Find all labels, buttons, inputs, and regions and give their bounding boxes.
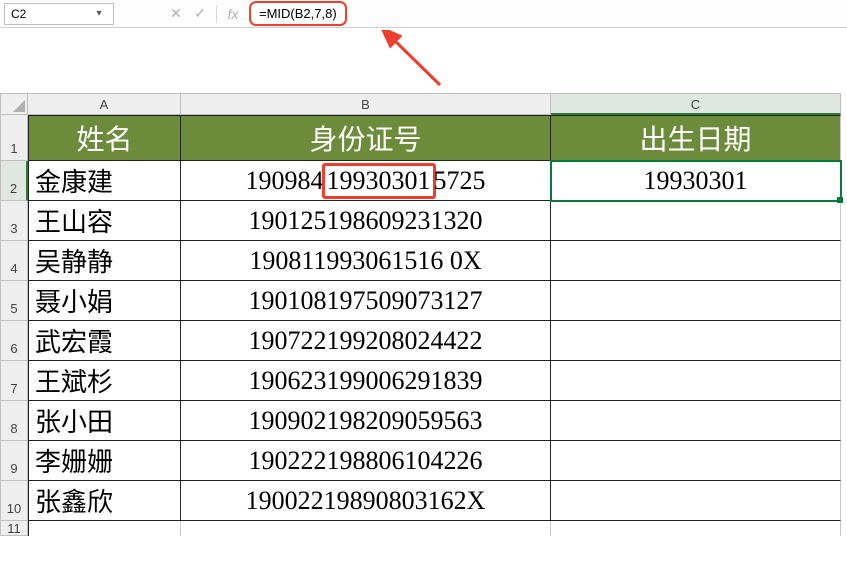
cell-c11[interactable] — [551, 521, 841, 536]
row-header-4[interactable]: 4 — [0, 241, 28, 281]
cell-a10[interactable]: 张鑫欣 — [28, 481, 181, 521]
row-header-2[interactable]: 2 — [0, 161, 28, 201]
cell-a7[interactable]: 王斌杉 — [28, 361, 181, 401]
cell-c4[interactable] — [551, 241, 841, 281]
cell-b5[interactable]: 190108197509073127 — [181, 281, 551, 321]
fx-button[interactable]: fx — [221, 6, 245, 22]
col-header-a[interactable]: A — [28, 93, 181, 115]
header-name[interactable]: 姓名 — [28, 115, 181, 161]
row-header-11[interactable]: 11 — [0, 521, 28, 536]
cell-a2[interactable]: 金康建 — [28, 161, 181, 201]
id-prefix: 190984 — [246, 166, 324, 196]
header-id[interactable]: 身份证号 — [181, 115, 551, 161]
col-header-b[interactable]: B — [181, 93, 551, 115]
formula-bar: C2 ▾ ✕ ✓ fx =MID(B2,7,8) — [0, 0, 847, 28]
row-header-8[interactable]: 8 — [0, 401, 28, 441]
row-header-7[interactable]: 7 — [0, 361, 28, 401]
cell-b7[interactable]: 190623199006291839 — [181, 361, 551, 401]
cell-b10[interactable]: 19002219890803162X — [181, 481, 551, 521]
cell-c2[interactable]: 19930301 — [551, 161, 841, 201]
cell-c5[interactable] — [551, 281, 841, 321]
accept-button[interactable]: ✓ — [188, 5, 212, 22]
separator — [216, 5, 217, 23]
row-header-1[interactable]: 1 — [0, 115, 28, 161]
cell-b11[interactable] — [181, 521, 551, 536]
cell-c7[interactable] — [551, 361, 841, 401]
header-birth[interactable]: 出生日期 — [551, 115, 841, 161]
cell-b9[interactable]: 190222198806104226 — [181, 441, 551, 481]
cancel-button[interactable]: ✕ — [164, 5, 188, 22]
row-header-3[interactable]: 3 — [0, 201, 28, 241]
cell-a4[interactable]: 吴静静 — [28, 241, 181, 281]
name-box-dropdown-icon[interactable]: ▾ — [91, 8, 107, 19]
cell-a5[interactable]: 聂小娟 — [28, 281, 181, 321]
name-box[interactable]: C2 ▾ — [4, 3, 114, 25]
row-header-5[interactable]: 5 — [0, 281, 28, 321]
cell-a6[interactable]: 武宏霞 — [28, 321, 181, 361]
cell-c8[interactable] — [551, 401, 841, 441]
select-all-corner[interactable] — [0, 93, 28, 115]
cell-c3[interactable] — [551, 201, 841, 241]
row-header-6[interactable]: 6 — [0, 321, 28, 361]
annotation-arrow — [0, 28, 847, 93]
cell-c10[interactable] — [551, 481, 841, 521]
cell-b4[interactable]: 190811993061516 0X — [181, 241, 551, 281]
cell-reference: C2 — [11, 7, 26, 21]
cell-a9[interactable]: 李姗姗 — [28, 441, 181, 481]
id-suffix: 5725 — [434, 166, 486, 196]
cell-c9[interactable] — [551, 441, 841, 481]
cell-a11[interactable] — [28, 521, 181, 536]
cell-b6[interactable]: 190722199208024422 — [181, 321, 551, 361]
spreadsheet-grid[interactable]: A B C 1 姓名 身份证号 出生日期 2 金康建 1909841993030… — [0, 93, 847, 536]
cell-a8[interactable]: 张小田 — [28, 401, 181, 441]
cell-a3[interactable]: 王山容 — [28, 201, 181, 241]
id-highlight: 19930301 — [322, 163, 436, 199]
col-header-c[interactable]: C — [551, 93, 841, 115]
cell-b8[interactable]: 190902198209059563 — [181, 401, 551, 441]
row-header-9[interactable]: 9 — [0, 441, 28, 481]
row-header-10[interactable]: 10 — [0, 481, 28, 521]
formula-input[interactable]: =MID(B2,7,8) — [245, 1, 847, 26]
formula-text: =MID(B2,7,8) — [249, 1, 347, 26]
cell-b2[interactable]: 190984199303015725 — [181, 161, 551, 201]
cell-c6[interactable] — [551, 321, 841, 361]
cell-b3[interactable]: 190125198609231320 — [181, 201, 551, 241]
